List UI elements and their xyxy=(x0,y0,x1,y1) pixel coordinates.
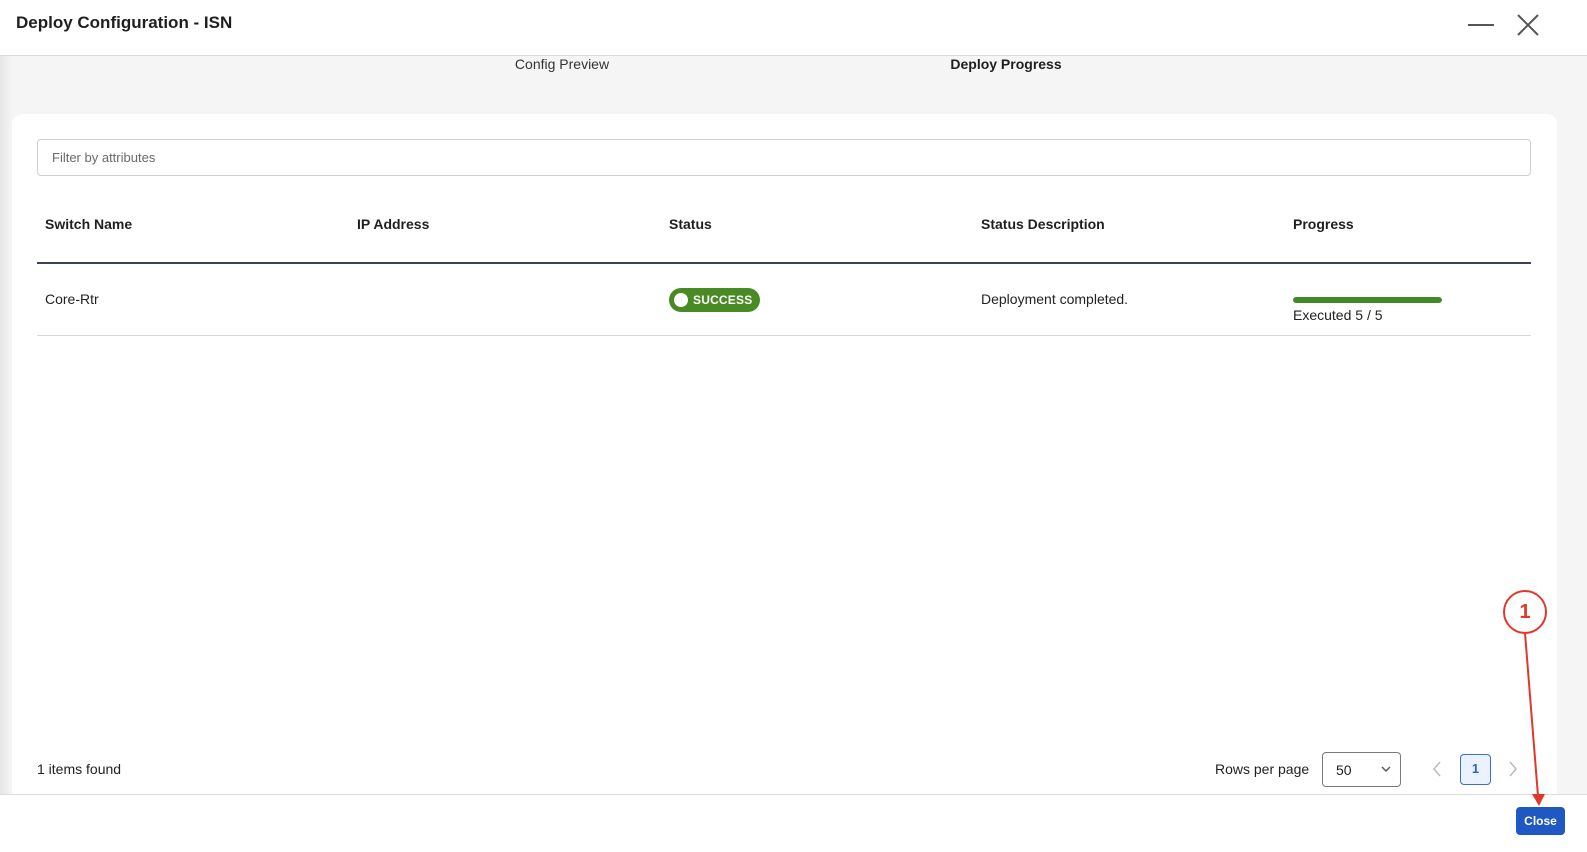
progress-bar-fill xyxy=(1293,297,1442,303)
table-header: Switch Name IP Address Status Status Des… xyxy=(37,202,1531,264)
items-found-count: 1 items found xyxy=(37,761,122,777)
col-status-description[interactable]: Status Description xyxy=(981,216,1105,232)
rows-per-page-select[interactable]: 50 xyxy=(1322,752,1401,787)
progress-bar xyxy=(1293,297,1442,303)
deploy-progress-panel: Switch Name IP Address Status Status Des… xyxy=(12,114,1557,794)
step-deploy-progress[interactable]: Deploy Progress xyxy=(950,56,1061,72)
status-dot-icon xyxy=(674,293,688,307)
chevron-down-icon xyxy=(1381,766,1391,772)
modal-title: Deploy Configuration - ISN xyxy=(16,13,233,32)
filter-input[interactable] xyxy=(37,139,1531,176)
modal-header: Deploy Configuration - ISN xyxy=(0,0,1587,56)
annotation-number: 1 xyxy=(1519,601,1531,623)
table-row[interactable]: Core-Rtr SUCCESS Deployment completed. E… xyxy=(37,264,1531,336)
chevron-right-icon xyxy=(1509,761,1518,777)
chevron-left-icon xyxy=(1432,761,1441,777)
status-badge-label: SUCCESS xyxy=(693,293,753,307)
switch-name-cell: Core-Rtr xyxy=(45,291,99,307)
minimize-icon xyxy=(1468,24,1494,26)
col-status[interactable]: Status xyxy=(669,216,712,232)
rows-per-page-label: Rows per page xyxy=(1215,761,1310,777)
close-icon xyxy=(1517,14,1539,36)
status-description-cell: Deployment completed. xyxy=(981,291,1129,307)
previous-page-button[interactable] xyxy=(1430,759,1444,779)
col-progress[interactable]: Progress xyxy=(1293,216,1354,232)
page-number-button[interactable]: 1 xyxy=(1460,754,1491,785)
wizard-steps: Config Preview Deploy Progress xyxy=(0,56,1587,96)
next-page-button[interactable] xyxy=(1506,759,1520,779)
step-config-preview[interactable]: Config Preview xyxy=(515,56,609,72)
minimize-button[interactable] xyxy=(1465,10,1499,44)
rows-per-page-value: 50 xyxy=(1336,762,1352,778)
close-button[interactable]: Close xyxy=(1516,807,1565,835)
col-switch-name[interactable]: Switch Name xyxy=(45,216,132,232)
close-window-button[interactable] xyxy=(1512,10,1546,44)
modal-footer xyxy=(0,794,1587,852)
status-badge: SUCCESS xyxy=(669,288,761,312)
deploy-table: Switch Name IP Address Status Status Des… xyxy=(37,202,1531,336)
progress-label: Executed 5 / 5 xyxy=(1293,307,1383,323)
left-edge-shade xyxy=(0,56,12,852)
col-ip-address[interactable]: IP Address xyxy=(357,216,429,232)
